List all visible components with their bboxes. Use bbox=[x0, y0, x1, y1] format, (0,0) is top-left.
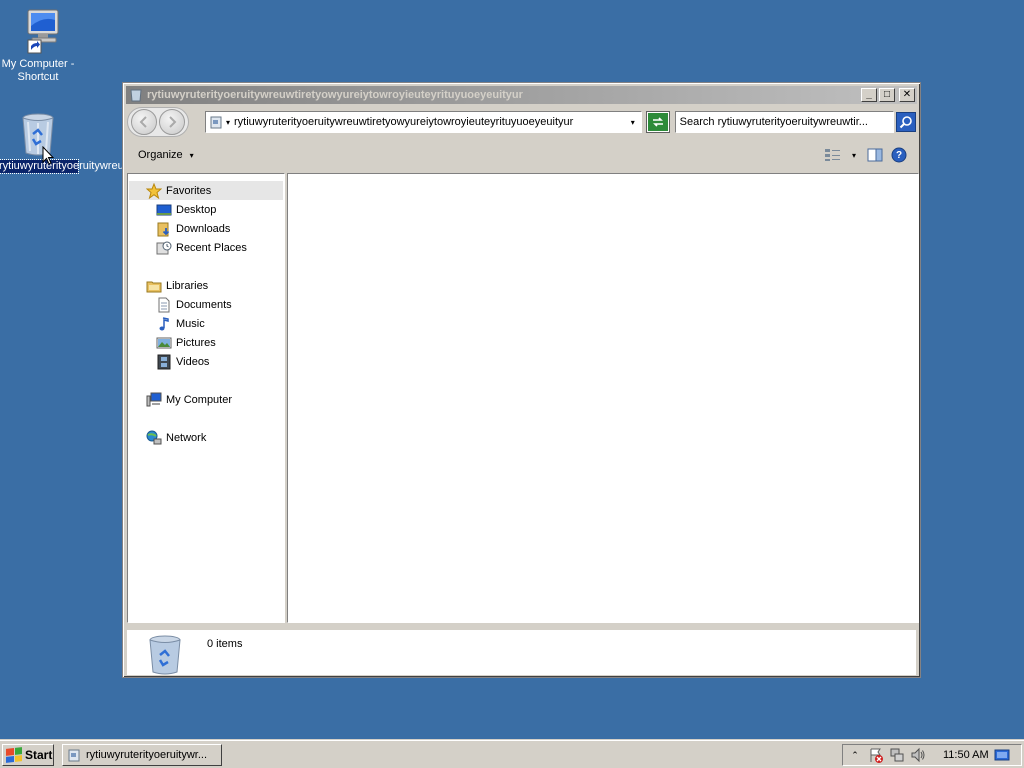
title-bar[interactable]: rytiuwyruterityoeruitywreuwtiretyowyurei… bbox=[126, 86, 917, 104]
start-button[interactable]: Start bbox=[2, 744, 54, 766]
help-button[interactable]: ? bbox=[890, 146, 908, 164]
address-dropdown-button[interactable]: ▾ bbox=[625, 118, 641, 127]
window-folder-icon bbox=[129, 88, 143, 102]
magnifier-icon bbox=[899, 116, 912, 129]
taskbar: Start rytiuwyruterityoeruitywr... ⌃ 11:5… bbox=[0, 740, 1024, 768]
desktop-icon bbox=[156, 202, 172, 218]
back-button[interactable] bbox=[131, 109, 157, 135]
nav-videos[interactable]: Videos bbox=[156, 353, 209, 371]
libraries-icon bbox=[146, 278, 162, 294]
start-label: Start bbox=[25, 748, 53, 762]
views-button[interactable] bbox=[824, 146, 842, 164]
organize-label: Organize bbox=[138, 149, 183, 161]
downloads-icon bbox=[156, 221, 172, 237]
desktop-icon-my-computer[interactable]: My Computer - Shortcut bbox=[0, 8, 78, 84]
window-folder-icon bbox=[67, 748, 81, 762]
search-input[interactable] bbox=[674, 111, 895, 133]
computer-icon bbox=[146, 392, 162, 408]
address-folder-icon bbox=[209, 115, 223, 129]
network-globe-icon bbox=[146, 430, 162, 446]
explorer-window: rytiuwyruterityoeruitywreuwtiretyowyurei… bbox=[122, 82, 921, 678]
documents-icon bbox=[156, 297, 172, 313]
nav-music[interactable]: Music bbox=[156, 315, 205, 333]
maximize-button[interactable]: □ bbox=[879, 88, 895, 102]
refresh-button[interactable] bbox=[645, 111, 670, 133]
item-count: 0 items bbox=[207, 638, 243, 650]
nav-desktop[interactable]: Desktop bbox=[156, 201, 216, 219]
pictures-icon bbox=[156, 335, 172, 351]
network-status-icon[interactable] bbox=[889, 747, 905, 763]
back-arrow-icon bbox=[139, 116, 147, 128]
preview-pane-icon bbox=[867, 148, 883, 162]
nav-recent-places[interactable]: Recent Places bbox=[156, 239, 247, 257]
minimize-button[interactable]: _ bbox=[861, 88, 877, 102]
windows-logo-icon bbox=[6, 747, 22, 763]
search-button[interactable] bbox=[896, 112, 917, 132]
nav-pictures[interactable]: Pictures bbox=[156, 334, 216, 352]
desktop-icon-label: My Computer - Shortcut bbox=[1, 58, 75, 83]
forward-button[interactable] bbox=[159, 109, 185, 135]
file-list-area[interactable] bbox=[287, 173, 919, 623]
nav-downloads[interactable]: Downloads bbox=[156, 220, 230, 238]
forward-arrow-icon bbox=[169, 116, 177, 128]
nav-libraries[interactable]: Libraries bbox=[146, 277, 208, 295]
clock[interactable]: 11:50 AM bbox=[943, 749, 989, 761]
taskbar-window-button[interactable]: rytiuwyruterityoeruitywr... bbox=[62, 744, 222, 766]
views-dropdown-button[interactable]: ▾ bbox=[848, 146, 860, 164]
preview-pane-button[interactable] bbox=[866, 146, 884, 164]
volume-icon[interactable] bbox=[910, 747, 926, 763]
nav-favorites[interactable]: Favorites bbox=[146, 182, 211, 200]
close-button[interactable]: ✕ bbox=[899, 88, 915, 102]
recycle-bin-icon bbox=[147, 634, 183, 676]
desktop-icon-label: rytiuwyruterityoeruitywreuwtiretyowyurei… bbox=[0, 159, 338, 174]
computer-shortcut-icon bbox=[14, 8, 62, 56]
chevron-down-icon: ▾ bbox=[189, 150, 194, 160]
navigation-pane: Favorites Desktop Downloads Recent Place… bbox=[127, 173, 285, 623]
film-strip-icon bbox=[156, 354, 172, 370]
show-hidden-icons-button[interactable]: ⌃ bbox=[847, 747, 863, 763]
music-note-icon bbox=[156, 316, 172, 332]
nav-network[interactable]: Network bbox=[146, 429, 206, 447]
recent-places-icon bbox=[156, 240, 172, 256]
address-path: rytiuwyruterityoeruitywreuwtiretyowyurei… bbox=[234, 116, 574, 128]
address-separator[interactable]: ▾ bbox=[226, 118, 230, 127]
views-icon bbox=[825, 149, 840, 161]
system-tray: ⌃ 11:50 AM bbox=[842, 744, 1022, 766]
refresh-icon bbox=[652, 117, 663, 127]
action-center-flag-icon[interactable] bbox=[868, 747, 884, 763]
window-title: rytiuwyruterityoeruitywreuwtiretyowyurei… bbox=[147, 89, 523, 101]
desktop-icon-recycle-bin[interactable]: rytiuwyruterityoeruitywreuwtiretyowyurei… bbox=[0, 110, 338, 174]
recycle-bin-icon bbox=[14, 110, 62, 158]
nav-buttons bbox=[127, 107, 189, 137]
mouse-cursor-icon bbox=[42, 146, 54, 165]
address-bar[interactable]: ▾ rytiuwyruterityoeruitywreuwtiretyowyur… bbox=[205, 111, 642, 133]
organize-menu[interactable]: Organize ▾ bbox=[138, 149, 194, 161]
details-pane: 0 items bbox=[127, 627, 916, 675]
nav-my-computer[interactable]: My Computer bbox=[146, 391, 232, 409]
taskbar-window-label: rytiuwyruterityoeruitywr... bbox=[86, 749, 208, 761]
nav-documents[interactable]: Documents bbox=[156, 296, 232, 314]
star-icon bbox=[146, 183, 162, 199]
show-desktop-icon[interactable] bbox=[994, 747, 1010, 763]
